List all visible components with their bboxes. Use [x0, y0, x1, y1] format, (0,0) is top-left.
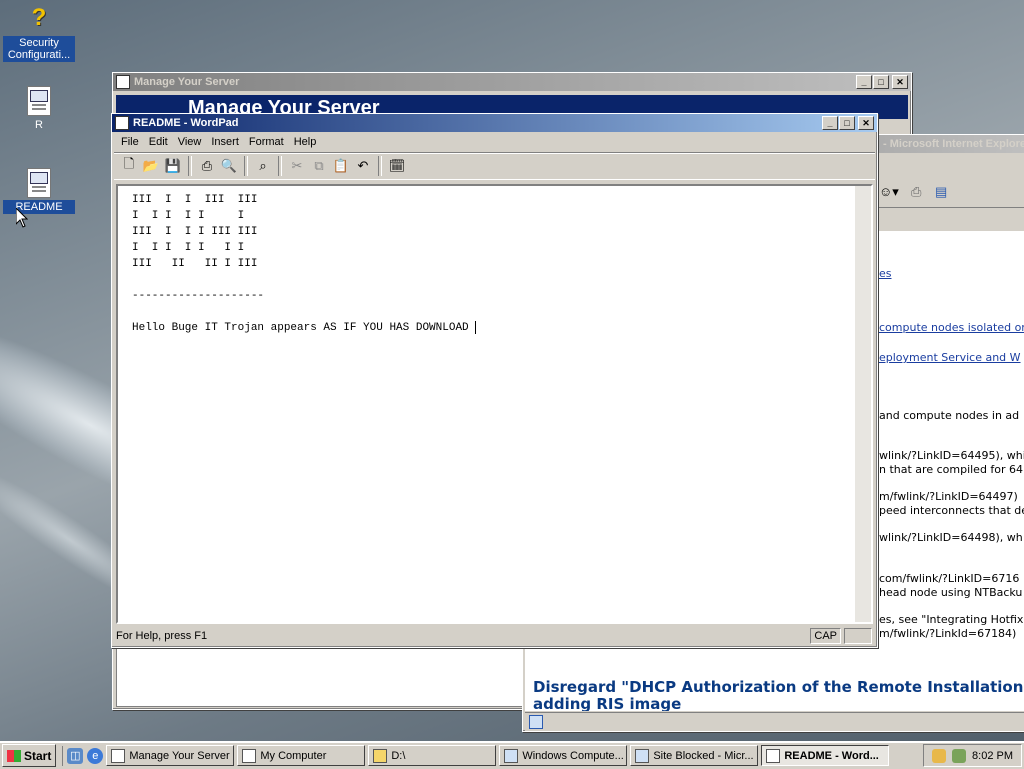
caps-lock-indicator: CAP: [810, 628, 841, 644]
maximize-button[interactable]: □: [873, 75, 889, 89]
page-icon: [529, 715, 543, 729]
toolbar-separator: [278, 156, 282, 176]
minimize-button[interactable]: _: [856, 75, 872, 89]
page-text: wlink/?LinkID=64498), wh: [879, 531, 1023, 544]
taskbar-button-readme-wordpad[interactable]: README - Word...: [761, 745, 890, 766]
print-preview-icon[interactable]: 🔍: [218, 155, 240, 177]
question-icon: ?: [31, 4, 47, 31]
taskbar: Start ◫ e Manage Your Server My Computer…: [0, 741, 1024, 769]
page-link[interactable]: es: [879, 267, 892, 280]
desktop-icon-label: Security Configurati...: [3, 36, 75, 62]
internet-explorer-icon: [635, 748, 650, 763]
taskbar-button-d-drive[interactable]: D:\: [368, 745, 497, 766]
print-icon[interactable]: ⎙: [911, 184, 921, 200]
folder-icon: [373, 748, 388, 763]
document-editor[interactable]: III I I III III I I I I I I III I I I II…: [116, 184, 873, 624]
date-time-icon[interactable]: 🗓: [386, 155, 408, 177]
wordpad-icon: [115, 116, 129, 130]
menu-bar: File Edit View Insert Format Help: [112, 132, 877, 152]
find-icon[interactable]: ⌕: [252, 155, 274, 177]
history-icon[interactable]: ☺▾: [879, 184, 899, 200]
page-text: and compute nodes in ad: [879, 409, 1020, 422]
cut-icon[interactable]: ✂: [286, 155, 308, 177]
window-title: Manage Your Server: [134, 76, 240, 88]
taskbar-button-manage-your-server[interactable]: Manage Your Server: [106, 745, 235, 766]
standard-toolbar: 🗋 📂 💾 ⎙ 🔍 ⌕ ✂ ⧉ 📋 ↶ 🗓: [114, 152, 875, 180]
toolbar-separator: [378, 156, 382, 176]
windows-logo-icon: [7, 749, 21, 762]
desktop-icon-readme[interactable]: README: [3, 168, 75, 214]
document-icon: [27, 86, 51, 116]
taskbar-button-site-blocked[interactable]: Site Blocked - Micr...: [630, 745, 759, 766]
page-text: com/fwlink/?LinkID=6716: [879, 572, 1020, 585]
menu-format[interactable]: Format: [244, 136, 289, 148]
start-button[interactable]: Start: [2, 744, 57, 767]
document-text[interactable]: III I I III III I I I I I I III I I I II…: [118, 186, 871, 336]
menu-file[interactable]: File: [116, 136, 144, 148]
desktop-icon-security-configuration[interactable]: ? Security Configurati...: [3, 4, 75, 62]
network-icon[interactable]: [952, 748, 967, 763]
edit-icon[interactable]: ▤: [935, 184, 947, 200]
page-heading: Disregard "DHCP Authorization of the Rem…: [533, 678, 1024, 712]
page-link[interactable]: eployment Service and W: [879, 351, 1021, 364]
page-text: es, see "Integrating Hotfix: [879, 613, 1024, 626]
clock[interactable]: 8:02 PM: [972, 750, 1013, 762]
new-icon[interactable]: 🗋: [118, 155, 140, 177]
menu-edit[interactable]: Edit: [144, 136, 173, 148]
paste-icon[interactable]: 📋: [330, 155, 352, 177]
desktop-icon-r[interactable]: R: [3, 86, 75, 132]
close-button[interactable]: ✕: [858, 116, 874, 130]
server-icon: [116, 75, 130, 89]
minimize-button[interactable]: _: [822, 116, 838, 130]
menu-insert[interactable]: Insert: [206, 136, 244, 148]
page-text: n that are compiled for 64: [879, 463, 1024, 476]
undo-icon[interactable]: ↶: [352, 155, 374, 177]
desktop-icon-label: README: [3, 200, 75, 214]
internet-explorer-icon[interactable]: e: [87, 747, 104, 764]
text-caret: [475, 320, 477, 334]
page-link[interactable]: compute nodes isolated or: [879, 321, 1024, 334]
toolbar-separator: [188, 156, 192, 176]
desktop-icon-label: R: [35, 119, 43, 131]
internet-explorer-icon: [504, 748, 519, 763]
system-tray: 8:02 PM: [923, 744, 1022, 767]
title-bar[interactable]: Manage Your Server _ □ ✕: [113, 73, 911, 91]
page-text: m/fwlink/?LinkId=67184): [879, 627, 1017, 640]
quick-launch: ◫ e: [62, 745, 104, 766]
print-icon[interactable]: ⎙: [196, 155, 218, 177]
menu-view[interactable]: View: [173, 136, 207, 148]
security-shield-icon[interactable]: [932, 748, 947, 763]
page-text: wlink/?LinkID=64495), whic: [879, 449, 1024, 462]
server-icon: [111, 748, 126, 763]
maximize-button[interactable]: □: [839, 116, 855, 130]
wordpad-window[interactable]: README - WordPad _ □ ✕ File Edit View In…: [111, 113, 878, 648]
status-bar: For Help, press F1 CAP: [114, 627, 875, 645]
ie-status-bar: [525, 712, 1024, 731]
window-title: README - WordPad: [133, 117, 239, 129]
vertical-scrollbar[interactable]: [855, 186, 871, 622]
computer-icon: [242, 748, 257, 763]
copy-icon[interactable]: ⧉: [308, 155, 330, 177]
page-text: head node using NTBacku: [879, 586, 1023, 599]
status-panel: [844, 628, 872, 644]
title-bar[interactable]: README - WordPad _ □ ✕: [112, 114, 877, 132]
close-button[interactable]: ✕: [892, 75, 908, 89]
taskbar-button-my-computer[interactable]: My Computer: [237, 745, 366, 766]
save-icon[interactable]: 💾: [162, 155, 184, 177]
taskbar-button-windows-compute[interactable]: Windows Compute...: [499, 745, 628, 766]
page-text: m/fwlink/?LinkID=64497): [879, 490, 1018, 503]
window-title: - Microsoft Internet Explorer: [883, 138, 1024, 150]
open-icon[interactable]: 📂: [140, 155, 162, 177]
wordpad-icon: [766, 748, 781, 763]
toolbar-separator: [244, 156, 248, 176]
page-text: peed interconnects that de: [879, 504, 1024, 517]
status-help-text: For Help, press F1: [116, 630, 208, 642]
menu-help[interactable]: Help: [289, 136, 322, 148]
desktop-icon[interactable]: ◫: [67, 747, 84, 764]
document-icon: [27, 168, 51, 198]
mouse-pointer-icon: [16, 208, 28, 228]
